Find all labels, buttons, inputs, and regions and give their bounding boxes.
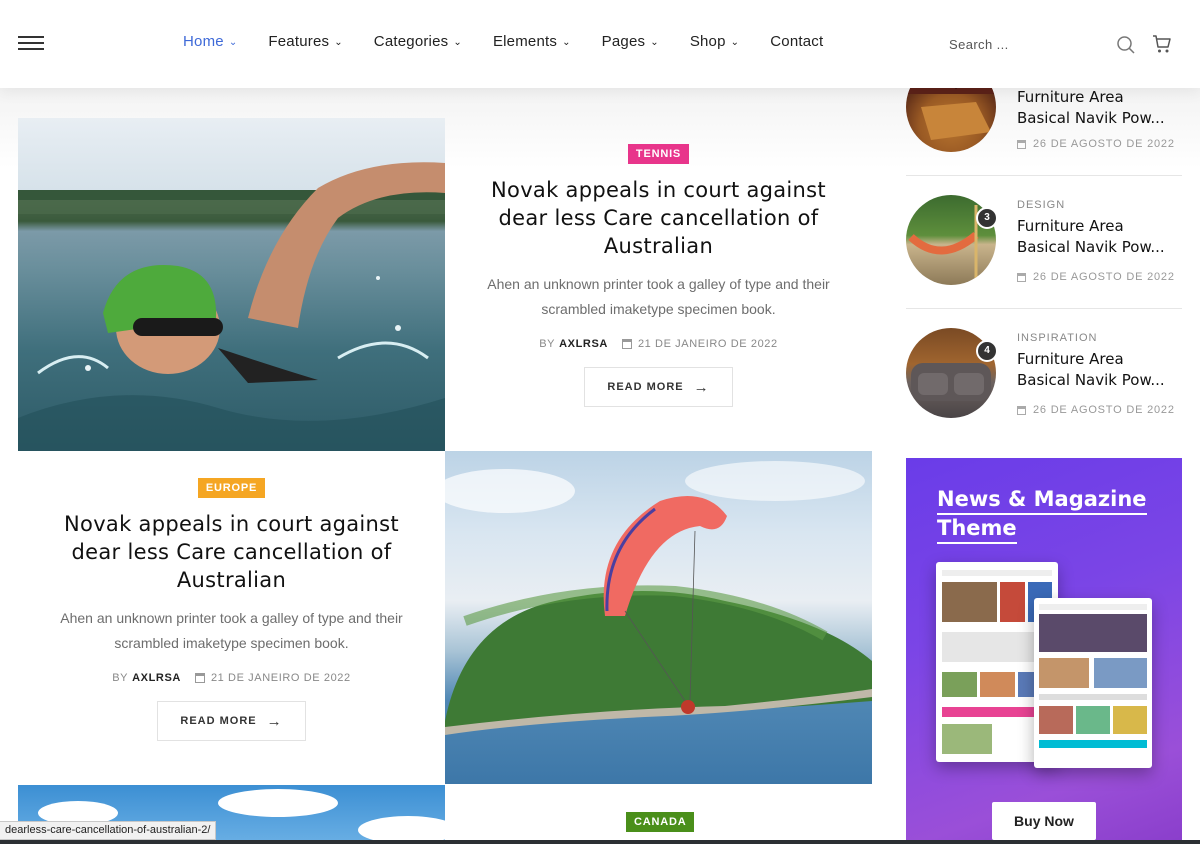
by-label: BY [539, 338, 556, 350]
post-excerpt: Ahen an unknown printer took a galley of… [60, 610, 403, 651]
category-badge[interactable]: EUROPE [197, 478, 266, 498]
ad-banner[interactable]: News & Magazine Theme Buy Now [906, 458, 1182, 844]
divider [906, 175, 1182, 176]
title-line: Furniture Area [1017, 350, 1124, 368]
sidebar-post-3[interactable]: 3 DESIGN Furniture Area Basical Navik Po… [906, 195, 1182, 305]
post-excerpt: Ahen an unknown printer took a galley of… [487, 276, 830, 317]
chevron-down-icon: ⌄ [453, 37, 462, 48]
ad-screenshot-front [1034, 598, 1152, 768]
nav-item-elements[interactable]: Elements ⌄ [493, 33, 571, 50]
post-number-badge: 3 [976, 207, 998, 229]
author-link[interactable]: AXLRSA [132, 672, 181, 684]
search-input[interactable] [949, 32, 1099, 56]
post-image-paraglider[interactable] [445, 451, 872, 784]
nav-item-categories[interactable]: Categories ⌄ [374, 33, 462, 50]
main-nav: Home ⌄ Features ⌄ Categories ⌄ Elements ⌄ Pa… [183, 33, 854, 50]
arrow-right-icon: → [266, 712, 283, 730]
sidebar-post-4[interactable]: 4 INSPIRATION Furniture Area Basical Nav… [906, 328, 1182, 438]
by-label: BY [112, 672, 129, 684]
ad-title-line: News & Magazine [937, 486, 1147, 515]
title-line: Basical Navik Pow... [1017, 371, 1165, 389]
title-line: Basical Navik Pow... [1017, 109, 1165, 127]
calendar-icon [194, 673, 205, 683]
author-link[interactable]: AXLRSA [559, 338, 608, 350]
chevron-down-icon: ⌄ [650, 37, 659, 48]
menu-icon[interactable] [18, 36, 44, 52]
nav-label: Features [268, 33, 330, 50]
sidebar-post-title[interactable]: Furniture Area Basical Navik Pow... [1017, 216, 1177, 258]
read-more-label: READ MORE [180, 715, 257, 727]
nav-label: Elements [492, 33, 558, 50]
divider [906, 308, 1182, 309]
chevron-down-icon: ⌄ [334, 37, 343, 48]
category-badge[interactable]: TENNIS [627, 144, 690, 164]
sidebar-post-category[interactable]: INSPIRATION [1017, 332, 1097, 344]
post-date: 21 DE JANEIRO DE 2022 [210, 672, 351, 684]
post-meta: BY AXLRSA 21 DE JANEIRO DE 2022 [18, 672, 445, 684]
ad-mockup-art [1039, 604, 1147, 748]
browser-status-url: dearless-care-cancellation-of-australian… [0, 821, 217, 840]
nav-label: Home [183, 33, 224, 50]
read-more-label: READ MORE [607, 381, 684, 393]
swimmer-illustration [18, 162, 445, 451]
nav-item-contact[interactable]: Contact [770, 33, 823, 50]
calendar-icon [1017, 139, 1026, 149]
post-image-swimmer[interactable] [18, 118, 445, 451]
cart-icon[interactable] [1152, 34, 1172, 54]
chevron-down-icon: ⌄ [730, 37, 740, 48]
nav-item-shop[interactable]: Shop ⌄ [690, 33, 739, 50]
search-icon[interactable] [1116, 35, 1136, 55]
site-header: Home ⌄ Features ⌄ Categories ⌄ Elements ⌄ Pa… [0, 0, 1200, 88]
chevron-down-icon: ⌄ [228, 37, 238, 48]
calendar-icon [1017, 272, 1026, 282]
category-badge-canada[interactable]: CANADA [626, 812, 695, 832]
buy-now-button[interactable]: Buy Now [992, 802, 1096, 840]
post-title[interactable]: Novak appeals in court against dear less… [445, 176, 872, 260]
post-title[interactable]: Novak appeals in court against dear less… [18, 510, 445, 594]
read-more-button[interactable]: READ MORE → [584, 367, 733, 407]
arrow-right-icon: → [693, 378, 710, 396]
sidebar-post-date: 26 DE AGOSTO DE 2022 [1017, 271, 1175, 283]
calendar-icon [621, 339, 632, 349]
date-text: 26 DE AGOSTO DE 2022 [1033, 404, 1175, 416]
sidebar-post-date: 26 DE AGOSTO DE 2022 [1017, 404, 1175, 416]
calendar-icon [1017, 405, 1026, 415]
chevron-down-icon: ⌄ [562, 37, 571, 48]
ad-title-line: Theme [937, 515, 1017, 544]
read-more-button[interactable]: READ MORE → [157, 701, 306, 741]
sidebar-post-category[interactable]: DESIGN [1017, 199, 1065, 211]
post-card-tennis: TENNIS Novak appeals in court against de… [445, 144, 872, 407]
nav-label: Shop [689, 33, 726, 50]
title-line: Basical Navik Pow... [1017, 238, 1165, 256]
nav-label: Categories [373, 33, 449, 50]
nav-item-home[interactable]: Home ⌄ [183, 33, 237, 50]
nav-label: Contact [770, 33, 824, 50]
title-line: Furniture Area [1017, 88, 1124, 106]
post-date: 21 DE JANEIRO DE 2022 [637, 338, 778, 350]
nav-label: Pages [601, 33, 646, 50]
ad-title: News & Magazine Theme [937, 486, 1157, 544]
post-card-europe: EUROPE Novak appeals in court against de… [18, 478, 445, 741]
date-text: 26 DE AGOSTO DE 2022 [1033, 138, 1175, 150]
bottom-strip [0, 840, 1200, 844]
nav-item-features[interactable]: Features ⌄ [268, 33, 342, 50]
post-meta: BY AXLRSA 21 DE JANEIRO DE 2022 [445, 338, 872, 350]
sidebar-post-date: 26 DE AGOSTO DE 2022 [1017, 138, 1175, 150]
post-number-badge: 4 [976, 340, 998, 362]
sidebar-post-title[interactable]: Furniture Area Basical Navik Pow... [1017, 349, 1177, 391]
paraglider-illustration [445, 461, 872, 735]
title-line: Furniture Area [1017, 217, 1124, 235]
nav-item-pages[interactable]: Pages ⌄ [602, 33, 659, 50]
date-text: 26 DE AGOSTO DE 2022 [1033, 271, 1175, 283]
sidebar-post-title[interactable]: Furniture Area Basical Navik Pow... [1017, 87, 1177, 129]
